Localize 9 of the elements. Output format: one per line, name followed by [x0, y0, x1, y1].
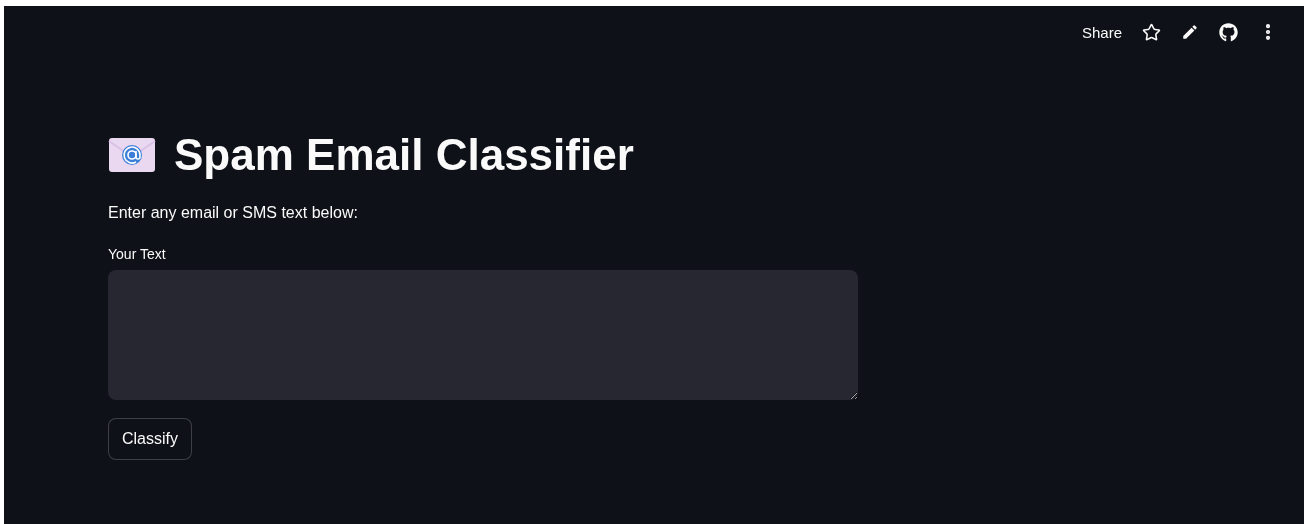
email-icon [108, 137, 156, 173]
description-text: Enter any email or SMS text below: [108, 204, 359, 222]
share-link[interactable]: Share [1081, 23, 1122, 41]
pencil-icon[interactable] [1181, 23, 1199, 41]
classify-button[interactable]: Classify [108, 418, 192, 460]
github-icon[interactable] [1219, 22, 1238, 42]
star-icon[interactable] [1142, 22, 1161, 42]
page-title: Spam Email Classifier [174, 130, 634, 180]
field-label: Your Text [108, 246, 167, 262]
